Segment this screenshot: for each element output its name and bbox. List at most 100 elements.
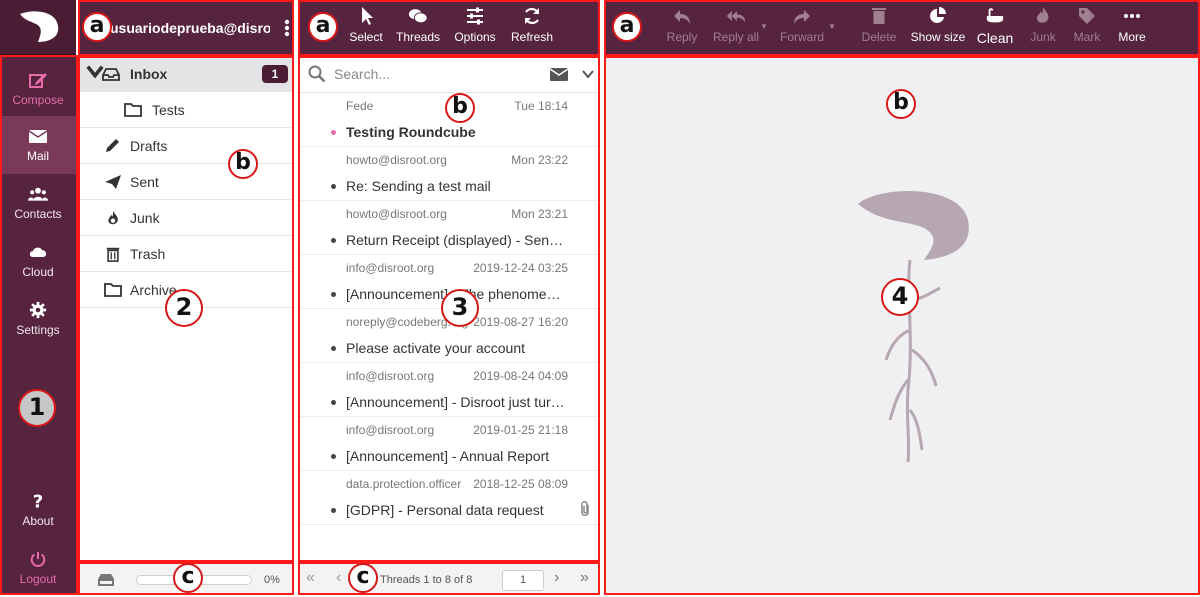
disroot-logo[interactable] [0,0,76,55]
reply-button[interactable]: Reply [662,6,702,52]
select-button[interactable]: Select [346,6,386,52]
clean-button[interactable]: Clean [974,6,1016,52]
fire-icon [1036,7,1049,23]
nav-cloud-label: Cloud [22,265,54,279]
show-size-button[interactable]: Show size [906,6,970,52]
reply-all-icon [726,11,746,23]
nav-compose[interactable]: Compose [0,60,76,118]
message-row[interactable]: howto@disroot.org Mon 23:22 Re: Sending a … [298,147,600,201]
read-dot-icon[interactable] [331,346,336,351]
mail-icon [28,130,48,143]
folder-drafts-label: Drafts [130,137,168,154]
message-subject: [GDPR] - Personal data request [346,502,544,518]
message-date: 2018-12-25 08:09 [473,477,568,491]
threads-button[interactable]: Threads [394,6,442,52]
forward-dropdown-icon[interactable]: ▼ [828,22,836,31]
nav-cloud[interactable]: Cloud [0,232,76,290]
message-sender: info@disroot.org [346,423,435,437]
forward-button[interactable]: Forward [776,6,828,52]
sliders-icon [467,7,483,25]
reply-all-label: Reply all [712,30,760,44]
fire-icon [108,210,118,224]
power-icon [30,551,46,567]
message-subject: Return Receipt (displayed) - Sending a t… [346,232,568,248]
more-dots-icon [1124,14,1140,18]
trash-icon [872,8,886,24]
message-sender: info@disroot.org [346,261,435,275]
nav-settings-label: Settings [16,323,60,337]
threads-label: Threads [395,30,441,44]
message-row[interactable]: data.protection.officer 2018-12-25 08:09 [… [298,471,600,525]
compose-icon [29,73,47,88]
annotation-label-b: b [445,93,475,123]
message-row[interactable]: info@disroot.org 2019-08-24 04:09 [Announc… [298,363,600,417]
annotation-label-a: a [308,12,338,42]
folder-junk[interactable]: Junk [78,200,294,236]
nav-mail-label: Mail [26,149,49,163]
message-date: 2019-08-27 16:20 [473,315,568,329]
clean-label: Clean [976,30,1014,46]
read-dot-icon[interactable] [331,454,336,459]
trash-icon [106,247,120,262]
nav-mail[interactable]: Mail [0,116,76,174]
message-subject: Re: Sending a test mail [346,178,491,194]
first-page-icon[interactable]: « [306,569,315,587]
read-dot-icon[interactable] [331,400,336,405]
main-navigation: Compose Mail Contacts Cloud Settings ? A… [0,0,76,595]
message-date: Tue 18:14 [514,99,568,113]
folder-sent[interactable]: Sent [78,164,294,200]
storage-icon [98,574,114,586]
options-button[interactable]: Options [450,6,500,52]
message-sender: howto@disroot.org [346,153,447,167]
folder-drafts[interactable]: Drafts [78,128,294,164]
more-button[interactable]: More [1112,6,1152,52]
tag-icon [1079,8,1095,24]
folder-tests[interactable]: Tests [78,92,294,128]
read-dot-icon[interactable] [331,508,336,513]
next-page-icon[interactable]: › [554,569,559,587]
delete-label: Delete [861,30,897,44]
page-number-input[interactable]: 1 [502,570,544,591]
mark-label: Mark [1073,30,1101,44]
nav-settings[interactable]: Settings [0,290,76,348]
reply-all-dropdown-icon[interactable]: ▼ [760,22,768,31]
reply-icon [674,10,690,24]
message-row[interactable]: info@disroot.org 2019-01-25 21:18 [Announc… [298,417,600,471]
envelope-icon[interactable] [550,68,568,81]
search-bar[interactable]: Search... [298,55,600,93]
message-date: Mon 23:22 [511,153,568,167]
pagination-footer: « ‹ Threads 1 to 8 of 8 1 › » [298,563,600,595]
pointer-icon [362,7,373,25]
threads-icon [408,9,428,24]
folder-sent-label: Sent [130,173,159,190]
options-label: Options [454,30,496,44]
annotation-label-b: b [228,149,258,179]
delete-button[interactable]: Delete [858,6,900,52]
reply-all-button[interactable]: Reply all [708,6,764,52]
nav-about[interactable]: ? About [0,481,76,539]
read-dot-icon[interactable] [331,238,336,243]
folder-trash[interactable]: Trash [78,236,294,272]
account-menu-icon[interactable] [284,19,290,37]
nav-contacts-label: Contacts [14,207,62,221]
forward-label: Forward [779,30,824,44]
read-dot-icon[interactable] [331,184,336,189]
last-page-icon[interactable]: » [580,569,589,587]
refresh-button[interactable]: Refresh [508,6,556,52]
folder-trash-label: Trash [130,245,166,262]
mark-button[interactable]: Mark [1068,6,1106,52]
message-row[interactable]: howto@disroot.org Mon 23:21 Return Receipt… [298,201,600,255]
forward-icon [794,10,810,24]
unread-count-badge: 1 [262,65,288,83]
nav-logout[interactable]: Logout [0,539,76,597]
search-input[interactable]: Search... [334,66,390,82]
read-dot-icon[interactable] [331,292,336,297]
annotation-number-2: 2 [165,289,203,327]
unread-dot-icon[interactable] [331,130,336,135]
folder-inbox[interactable]: Inbox 1 [78,56,294,92]
more-label: More [1118,30,1146,44]
chevron-down-icon[interactable] [582,70,594,79]
nav-contacts[interactable]: Contacts [0,174,76,232]
previous-page-icon[interactable]: ‹ [336,569,341,587]
junk-button[interactable]: Junk [1022,6,1064,52]
